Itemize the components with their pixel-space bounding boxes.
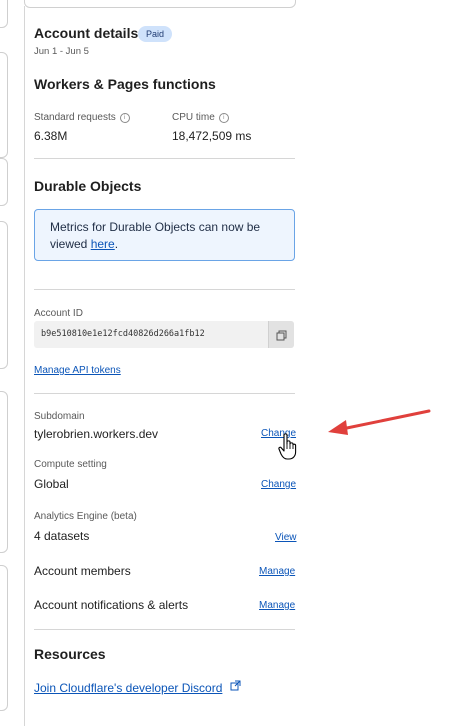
cpu-time-label: CPU time i xyxy=(172,112,229,123)
resources-title: Resources xyxy=(34,646,106,662)
compute-setting-value: Global xyxy=(34,477,69,491)
analytics-engine-value: 4 datasets xyxy=(34,529,90,543)
date-range: Jun 1 - Jun 5 xyxy=(34,46,89,57)
account-members-label: Account members xyxy=(34,564,131,578)
analytics-view-link[interactable]: View xyxy=(275,532,297,543)
external-link-icon xyxy=(230,680,241,691)
left-card-1 xyxy=(0,0,8,28)
account-members-manage-link[interactable]: Manage xyxy=(259,566,295,577)
account-id-value: b9e510810e1e12fcd40826d266a1fb12 xyxy=(41,329,205,339)
account-notifications-manage-link[interactable]: Manage xyxy=(259,600,295,611)
discord-link-row[interactable]: Join Cloudflare's developer Discord xyxy=(34,680,241,695)
paid-badge: Paid xyxy=(138,26,173,42)
durable-objects-title: Durable Objects xyxy=(34,178,142,194)
divider xyxy=(34,289,295,290)
discord-link[interactable]: Join Cloudflare's developer Discord xyxy=(34,681,222,695)
divider xyxy=(34,393,295,394)
info-icon[interactable]: i xyxy=(218,113,229,123)
standard-requests-value: 6.38M xyxy=(34,129,68,143)
notice-here-link[interactable]: here xyxy=(91,237,115,251)
manage-api-tokens-link[interactable]: Manage API tokens xyxy=(34,365,121,376)
account-notifications-label: Account notifications & alerts xyxy=(34,598,189,612)
left-card-5 xyxy=(0,391,8,553)
durable-objects-notice: Metrics for Durable Objects can now be v… xyxy=(34,209,295,261)
account-id-label: Account ID xyxy=(34,308,83,319)
compute-change-link[interactable]: Change xyxy=(261,479,296,490)
divider xyxy=(34,629,295,630)
subdomain-value: tylerobrien.workers.dev xyxy=(34,427,159,441)
workers-title: Workers & Pages functions xyxy=(34,76,216,92)
account-id-field[interactable]: b9e510810e1e12fcd40826d266a1fb12 xyxy=(34,321,294,348)
account-details-title: Account details xyxy=(34,25,139,41)
left-card-3 xyxy=(0,158,8,206)
compute-setting-label: Compute setting xyxy=(34,459,107,470)
divider xyxy=(34,158,295,159)
analytics-engine-label: Analytics Engine (beta) xyxy=(34,511,137,522)
info-icon[interactable]: i xyxy=(119,113,130,123)
left-card-2 xyxy=(0,52,8,158)
copy-button[interactable] xyxy=(268,321,294,348)
red-arrow-annotation xyxy=(328,409,431,435)
left-card-6 xyxy=(0,565,8,711)
hand-cursor-icon xyxy=(278,433,297,460)
copy-icon xyxy=(276,330,287,341)
subdomain-label: Subdomain xyxy=(34,411,85,422)
standard-requests-label: Standard requests i xyxy=(34,112,130,123)
notice-text: Metrics for Durable Objects can now be v… xyxy=(50,220,261,251)
cpu-time-value: 18,472,509 ms xyxy=(172,129,252,143)
left-card-4 xyxy=(0,221,8,369)
